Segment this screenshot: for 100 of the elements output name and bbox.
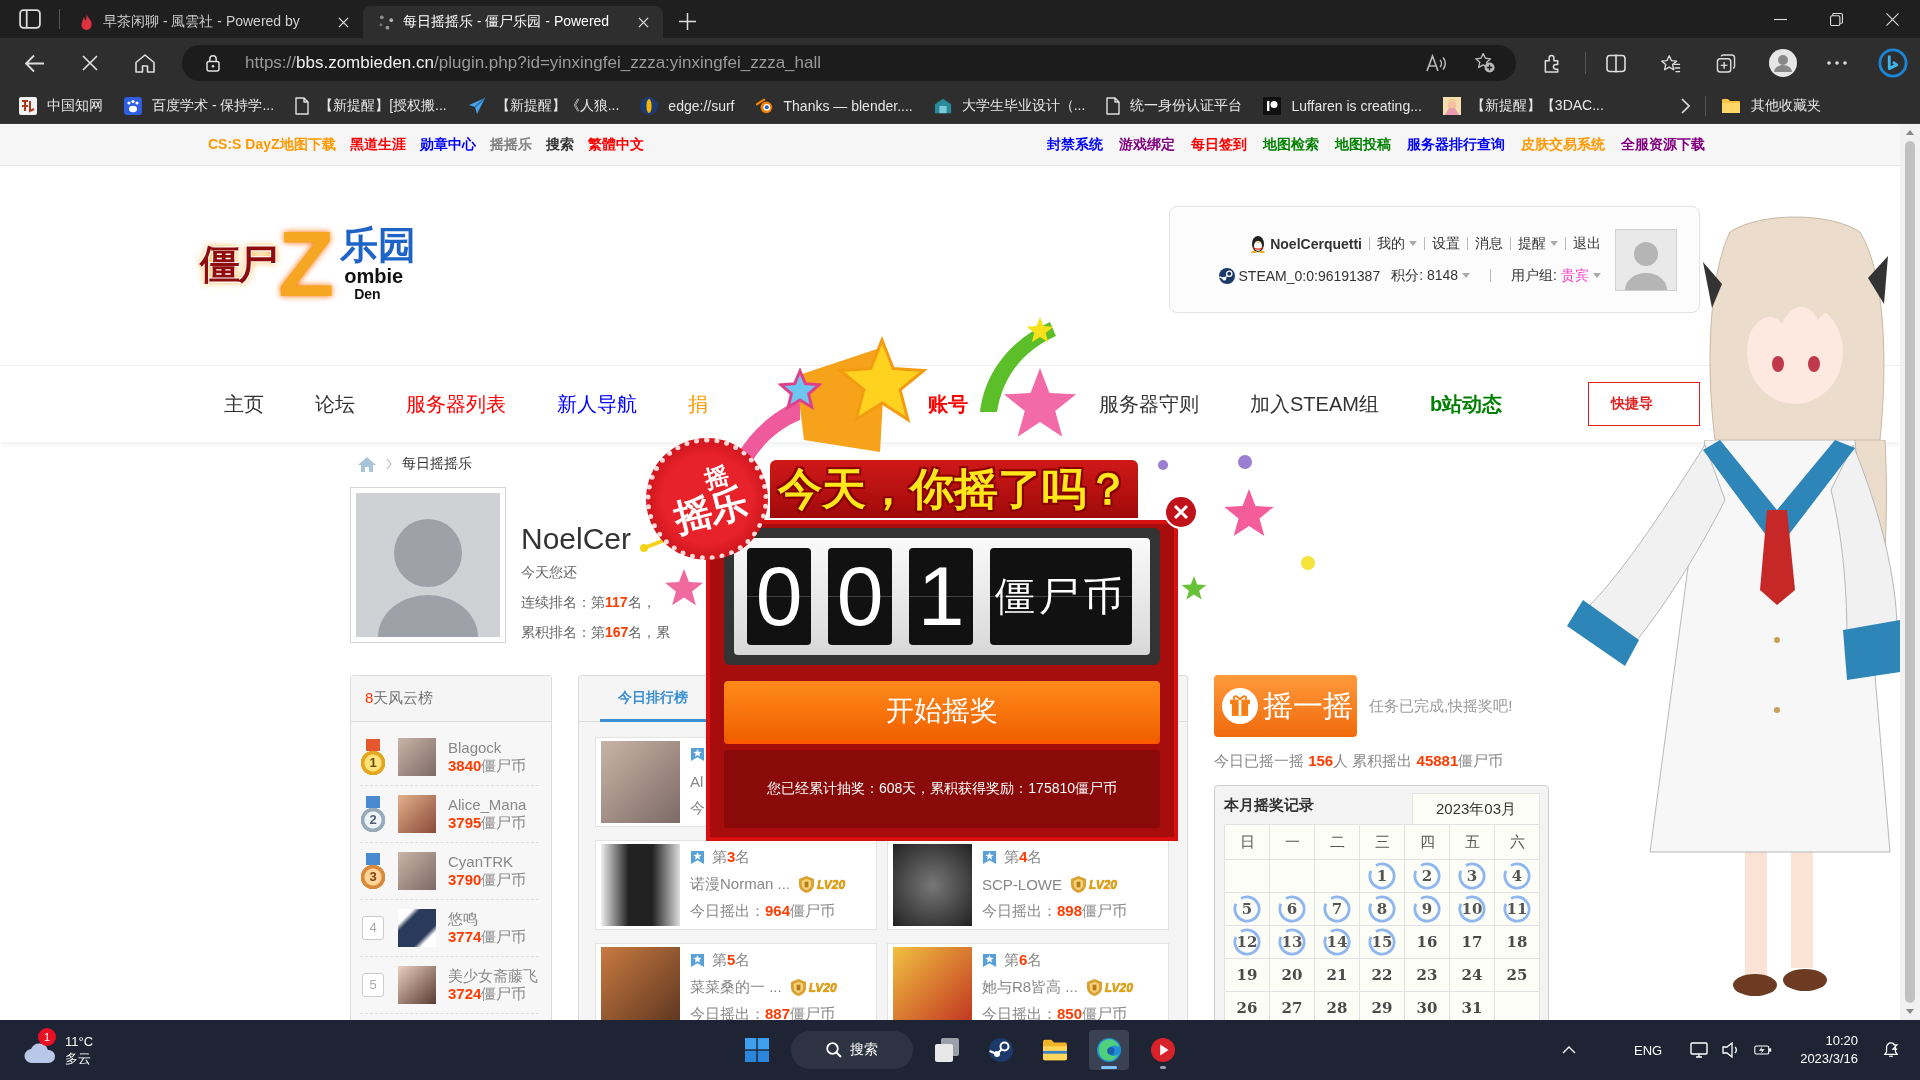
other-bookmarks-folder[interactable]: 其他收藏夹 — [1720, 96, 1821, 115]
chevron-up-icon[interactable] — [1562, 1046, 1576, 1054]
user-menu-link[interactable]: 退出 — [1573, 234, 1601, 253]
top-link[interactable]: 勋章中心 — [419, 135, 476, 154]
user-menu-link[interactable]: 我的 — [1377, 234, 1417, 253]
profile-icon[interactable] — [1769, 49, 1797, 77]
bookmark-link[interactable]: 百度学术 - 保持学... — [124, 96, 275, 115]
top-link[interactable]: 繁體中文 — [587, 135, 644, 154]
collections-icon[interactable] — [1716, 53, 1736, 73]
start-icon — [745, 1038, 769, 1062]
top-link[interactable]: 黑道生涯 — [349, 135, 406, 154]
top-link[interactable]: 地图投稿 — [1335, 135, 1391, 154]
penguin-icon — [1250, 234, 1267, 253]
star-decoration — [664, 568, 704, 608]
nav-link[interactable]: 账号 — [928, 390, 968, 418]
bookmark-link[interactable]: Luffaren is creating... — [1263, 96, 1422, 115]
nav-link[interactable]: 加入STEAM组 — [1250, 390, 1379, 418]
player-name[interactable]: SCP-LOWE — [982, 876, 1062, 893]
day-number: 1 — [1376, 867, 1388, 885]
scrollbar[interactable] — [1900, 124, 1920, 1020]
page-icon — [1106, 96, 1121, 115]
lock-icon — [206, 54, 220, 72]
top-link[interactable]: 地图检索 — [1263, 135, 1319, 154]
play-icon — [1151, 1038, 1175, 1062]
nav-link[interactable]: 新人导航 — [557, 390, 637, 418]
top-link[interactable]: 搜索 — [545, 135, 574, 154]
logo-text: Den — [354, 287, 381, 302]
scrollbar-thumb[interactable] — [1905, 141, 1915, 1003]
bookmark-link[interactable]: 【新提醒】[授权搬... — [295, 96, 447, 115]
weekday-header: 二 — [1329, 832, 1345, 852]
assistant-icon[interactable] — [1878, 48, 1908, 78]
scroll-up-icon[interactable] — [1906, 130, 1914, 135]
nav-link[interactable]: b站动态 — [1429, 390, 1503, 418]
bookmark-link[interactable]: edge://surf — [640, 96, 735, 115]
battery-icon[interactable] — [1754, 1042, 1773, 1058]
nav-link[interactable]: 论坛 — [315, 390, 355, 418]
bookmark-link[interactable]: 统一身份认证平台 — [1106, 96, 1243, 115]
favorites-icon[interactable] — [1661, 53, 1681, 73]
user-menu-link[interactable]: 提醒 — [1518, 234, 1558, 253]
stop-icon[interactable] — [82, 55, 98, 71]
day-number: 3 — [1466, 867, 1478, 885]
bookmark-link[interactable]: Thanks — blender.... — [755, 96, 913, 115]
back-icon[interactable] — [25, 53, 45, 73]
bookmark-link[interactable]: 中国知网 — [19, 96, 103, 115]
close-icon[interactable] — [638, 16, 649, 28]
top-link[interactable]: 服务器排行查询 — [1407, 135, 1505, 154]
player-name[interactable]: 诺漫Norman ... — [690, 875, 791, 894]
points-link[interactable]: 积分: 8148 — [1391, 266, 1471, 285]
rank-label: 第3名 — [712, 848, 751, 867]
quick-nav-button[interactable]: 快捷导 — [1588, 382, 1700, 426]
day-number: 22 — [1371, 966, 1393, 984]
nav-link[interactable]: 服务器列表 — [406, 390, 506, 418]
nav-link[interactable]: 服务器守则 — [1099, 390, 1199, 418]
top-link[interactable]: 游戏绑定 — [1119, 135, 1175, 154]
bookmark-link[interactable]: 【新提醒】【3DAC... — [1442, 96, 1604, 115]
bookmark-link[interactable]: 大学生毕业设计（... — [933, 96, 1086, 115]
user-menu-link[interactable]: 设置 — [1432, 234, 1460, 253]
profile-stat-text: 今天您还 — [521, 563, 578, 582]
tab-actions-icon[interactable] — [19, 9, 41, 29]
clock-button[interactable]: 10:20 2023/3/16 — [1800, 1032, 1858, 1068]
home-icon[interactable] — [135, 53, 155, 73]
unit-tile: 僵尸币 — [990, 548, 1132, 645]
scroll-down-icon[interactable] — [1906, 1009, 1914, 1014]
chevron-right-icon[interactable] — [1680, 97, 1690, 114]
browser-tab[interactable]: 早茶闲聊 - 風雲社 - Powered by — [63, 6, 363, 38]
more-icon[interactable] — [1827, 61, 1847, 65]
close-icon[interactable] — [338, 16, 349, 28]
player-name[interactable]: 菜菜桑的一 ... — [690, 978, 782, 997]
read-aloud-icon[interactable] — [1426, 54, 1448, 72]
player-name[interactable]: 她与R8皆高 ... — [982, 978, 1078, 997]
user-group-link[interactable]: 用户组: 贵宾 — [1511, 266, 1601, 285]
day-number: 28 — [1326, 999, 1348, 1017]
close-icon[interactable] — [1886, 12, 1899, 26]
address-field[interactable]: https://bbs.zombieden.cn/plugin.php?id=yinxingfei_zzza:yinxingfei_zzza_hall — [182, 45, 1516, 81]
monitor-icon[interactable] — [1690, 1042, 1709, 1058]
digit-tile: 0 — [747, 548, 811, 645]
level-text: LV20 — [808, 980, 838, 995]
cloud-icon[interactable] — [24, 1042, 56, 1064]
username-link[interactable]: NoelCerquetti — [1270, 235, 1362, 252]
restore-icon[interactable] — [1830, 12, 1843, 26]
split-screen-icon[interactable] — [1606, 53, 1626, 73]
top-link[interactable]: 全服资源下载 — [1621, 135, 1705, 154]
weekday-header: 五 — [1464, 832, 1480, 852]
bookmark-link[interactable]: 【新提醒】《人狼... — [467, 96, 620, 115]
new-tab-icon[interactable] — [679, 13, 696, 30]
round-logo-icon — [1218, 266, 1235, 285]
language-indicator[interactable]: ENG — [1634, 1042, 1663, 1058]
star-badge-icon — [690, 747, 705, 762]
logo-letter: Z — [278, 218, 335, 310]
top-link[interactable]: 每日签到 — [1191, 135, 1247, 154]
top-link[interactable]: 封禁系统 — [1047, 135, 1103, 154]
search-button[interactable]: 搜索 — [791, 1031, 913, 1069]
player-name[interactable]: Al — [690, 773, 704, 790]
browser-tab[interactable]: 每日摇摇乐 - 僵尸乐园 - Powered — [363, 6, 663, 38]
bell-icon[interactable] — [1882, 1042, 1900, 1058]
top-link[interactable]: 摇摇乐 — [489, 135, 532, 154]
breadcrumb-link[interactable]: 每日摇摇乐 — [402, 455, 472, 473]
add-favorite-icon[interactable] — [1474, 53, 1496, 73]
user-menu-link[interactable]: 消息 — [1475, 234, 1503, 253]
nav-link[interactable]: 主页 — [224, 390, 264, 418]
